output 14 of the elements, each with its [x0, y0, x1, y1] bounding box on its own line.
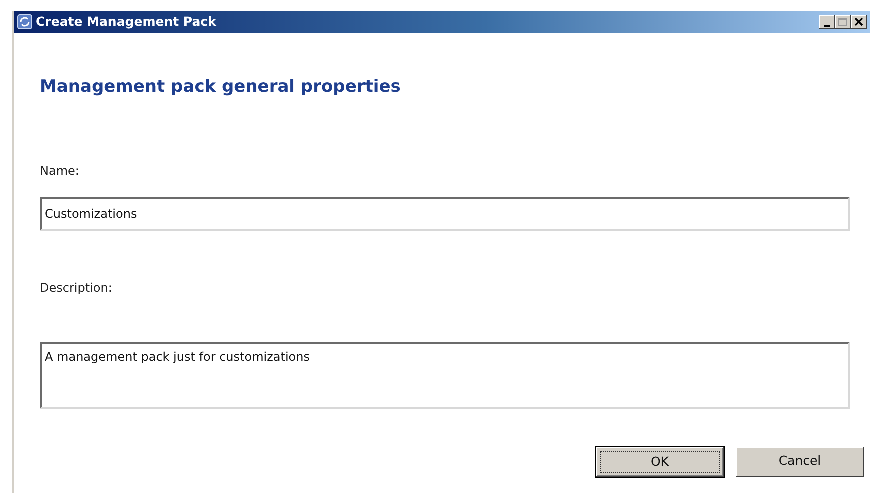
- maximize-icon: [838, 18, 848, 26]
- name-field[interactable]: Customizations: [40, 196, 850, 230]
- dialog-button[interactable]: Cancel: [736, 446, 864, 476]
- app-icon: [17, 14, 33, 30]
- field-label: Description:: [40, 280, 114, 296]
- field-label: Name:: [40, 162, 80, 180]
- window-title: Create Management Pack: [36, 12, 218, 31]
- page-heading: Management pack general properties: [40, 76, 402, 99]
- dialog-button[interactable]: OK: [596, 446, 724, 476]
- minimize-icon: [824, 25, 830, 27]
- close-button[interactable]: [851, 15, 867, 29]
- minimize-button[interactable]: [819, 15, 835, 29]
- description-field[interactable]: A management pack just for customizations: [40, 342, 850, 408]
- close-icon: [854, 18, 864, 26]
